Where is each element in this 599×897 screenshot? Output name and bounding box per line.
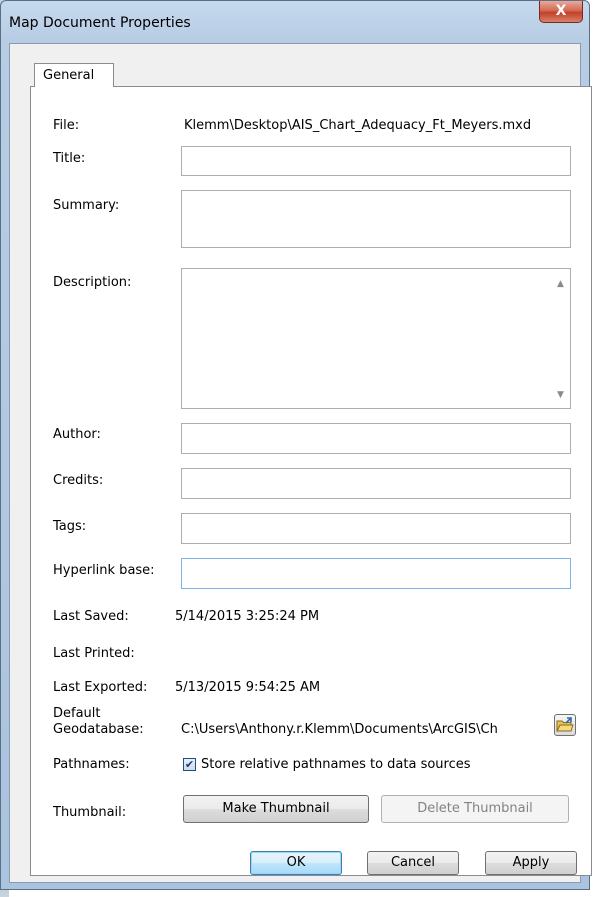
description-field[interactable]: ▲ ▼ bbox=[181, 268, 571, 409]
thumbnail-label: Thumbnail: bbox=[53, 805, 127, 820]
author-field[interactable] bbox=[181, 423, 571, 454]
dialog-window: Map Document Properties X General File: … bbox=[0, 0, 592, 890]
author-label: Author: bbox=[53, 427, 101, 442]
title-bar: Map Document Properties X bbox=[1, 1, 589, 41]
make-thumbnail-button[interactable]: Make Thumbnail bbox=[183, 795, 369, 823]
last-saved-value: 5/14/2015 3:25:24 PM bbox=[175, 609, 320, 624]
summary-label: Summary: bbox=[53, 198, 120, 213]
checkmark-icon: ✔ bbox=[184, 758, 195, 771]
relative-pathnames-checkbox[interactable]: ✔ bbox=[183, 758, 196, 771]
tags-label: Tags: bbox=[53, 519, 87, 534]
file-label: File: bbox=[53, 118, 80, 133]
credits-label: Credits: bbox=[53, 473, 104, 488]
description-scrollbar[interactable]: ▲ ▼ bbox=[553, 269, 570, 408]
scroll-up-icon[interactable]: ▲ bbox=[557, 279, 564, 289]
default-geodatabase-label-line2: Geodatabase: bbox=[53, 722, 144, 737]
default-geodatabase-value: C:\Users\Anthony.r.Klemm\Documents\ArcGI… bbox=[181, 722, 498, 737]
last-exported-value: 5/13/2015 9:54:25 AM bbox=[175, 680, 321, 695]
summary-field[interactable] bbox=[181, 190, 571, 248]
title-field[interactable] bbox=[181, 146, 571, 176]
default-geodatabase-label-line1: Default bbox=[53, 706, 101, 721]
ok-button[interactable]: OK bbox=[250, 851, 342, 875]
last-printed-label: Last Printed: bbox=[53, 646, 135, 661]
last-saved-label: Last Saved: bbox=[53, 609, 129, 624]
pathnames-label: Pathnames: bbox=[53, 757, 130, 772]
last-exported-label: Last Exported: bbox=[53, 680, 148, 695]
relative-pathnames-label[interactable]: Store relative pathnames to data sources bbox=[201, 757, 471, 772]
apply-button[interactable]: Apply bbox=[485, 851, 577, 875]
hyperlink-base-field[interactable] bbox=[181, 558, 571, 589]
browse-geodatabase-button[interactable] bbox=[554, 714, 576, 736]
tags-field[interactable] bbox=[181, 513, 571, 544]
close-icon: X bbox=[555, 3, 567, 19]
delete-thumbnail-button[interactable]: Delete Thumbnail bbox=[381, 795, 569, 823]
scroll-down-icon[interactable]: ▼ bbox=[557, 390, 564, 400]
title-label: Title: bbox=[53, 151, 86, 166]
general-tab-panel: File: Klemm\Desktop\AIS_Chart_Adequacy_F… bbox=[30, 86, 592, 876]
close-button[interactable]: X bbox=[539, 1, 583, 23]
credits-field[interactable] bbox=[181, 468, 571, 499]
hyperlink-base-label: Hyperlink base: bbox=[53, 563, 155, 578]
cancel-button[interactable]: Cancel bbox=[367, 851, 459, 875]
open-folder-icon bbox=[556, 717, 574, 732]
dialog-title: Map Document Properties bbox=[9, 15, 191, 31]
tab-general[interactable]: General bbox=[34, 63, 114, 87]
dialog-client-area: General File: Klemm\Desktop\AIS_Chart_Ad… bbox=[9, 43, 592, 883]
description-label: Description: bbox=[53, 275, 132, 290]
file-path-value: Klemm\Desktop\AIS_Chart_Adequacy_Ft_Meye… bbox=[184, 118, 532, 133]
